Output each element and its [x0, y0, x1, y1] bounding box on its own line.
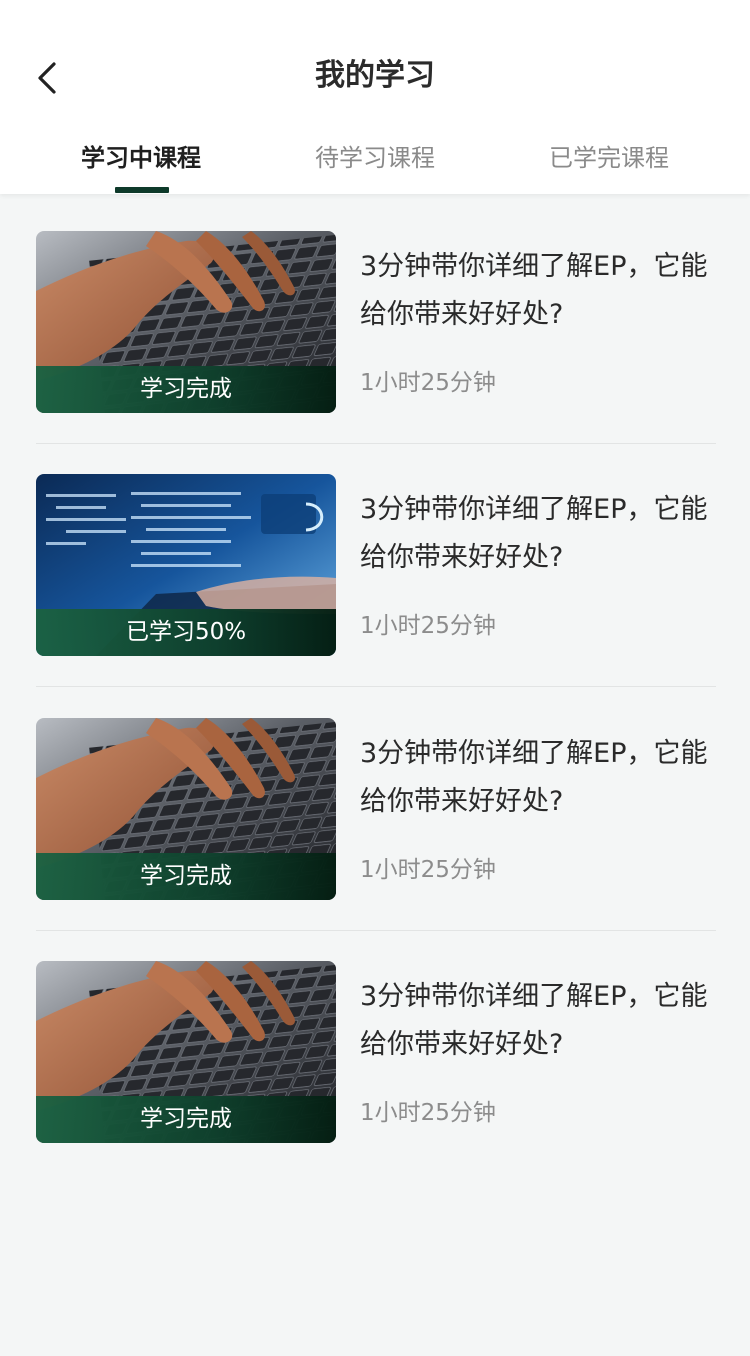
course-thumbnail: 学习完成 [36, 718, 336, 900]
course-duration: 1小时25分钟 [360, 1100, 496, 1126]
course-title: 3分钟带你详细了解EP，它能给你带来好好处? [360, 981, 708, 1060]
divider [36, 930, 716, 931]
course-duration: 1小时25分钟 [360, 370, 496, 396]
course-thumbnail: 学习完成 [36, 961, 336, 1143]
course-title: 3分钟带你详细了解EP，它能给你带来好好处? [360, 738, 708, 817]
course-item[interactable]: 学习完成 3分钟带你详细了解EP，它能给你带来好好处? 1小时25分钟 [36, 231, 716, 413]
course-item[interactable]: 已学习50% 3分钟带你详细了解EP，它能给你带来好好处? 1小时25分钟 [36, 474, 716, 656]
page-title: 我的学习 [315, 58, 435, 93]
course-status-badge: 已学习50% [36, 609, 336, 656]
course-status-badge: 学习完成 [36, 1096, 336, 1143]
course-title: 3分钟带你详细了解EP，它能给你带来好好处? [360, 494, 708, 573]
divider [36, 443, 716, 444]
tab-completed[interactable]: 已学完课程 [484, 140, 734, 176]
tab-in-progress[interactable]: 学习中课程 [16, 140, 266, 176]
app-header: 我的学习 学习中课程 待学习课程 已学完课程 [0, 0, 750, 194]
course-status-badge: 学习完成 [36, 853, 336, 900]
tab-to-learn[interactable]: 待学习课程 [250, 140, 500, 176]
active-tab-indicator [115, 187, 169, 193]
course-title: 3分钟带你详细了解EP，它能给你带来好好处? [360, 251, 708, 330]
course-thumbnail: 学习完成 [36, 231, 336, 413]
course-item[interactable]: 学习完成 3分钟带你详细了解EP，它能给你带来好好处? 1小时25分钟 [36, 961, 716, 1143]
divider [36, 686, 716, 687]
course-duration: 1小时25分钟 [360, 613, 496, 639]
course-duration: 1小时25分钟 [360, 857, 496, 883]
course-status-badge: 学习完成 [36, 366, 336, 413]
course-thumbnail: 已学习50% [36, 474, 336, 656]
course-item[interactable]: 学习完成 3分钟带你详细了解EP，它能给你带来好好处? 1小时25分钟 [36, 718, 716, 900]
